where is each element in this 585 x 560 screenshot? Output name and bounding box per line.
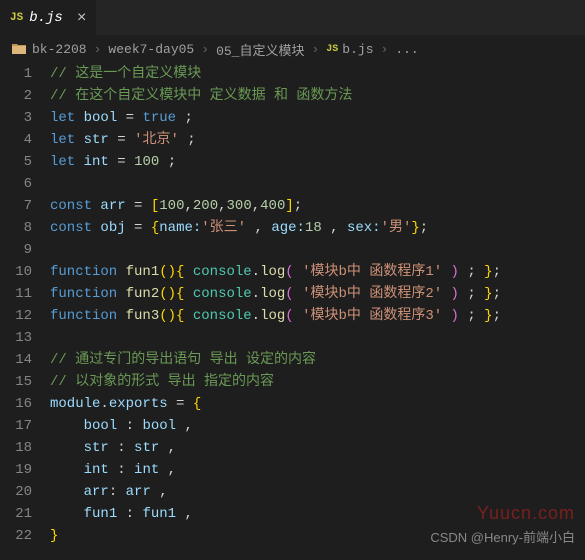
code-line[interactable]: const arr = [100,200,300,400]; bbox=[50, 195, 585, 217]
line-number: 16 bbox=[0, 393, 32, 415]
line-number: 21 bbox=[0, 503, 32, 525]
code-line[interactable]: // 在这个自定义模块中 定义数据 和 函数方法 bbox=[50, 85, 585, 107]
code-content[interactable]: // 这是一个自定义模块// 在这个自定义模块中 定义数据 和 函数方法let … bbox=[50, 63, 585, 547]
code-line[interactable]: bool : bool , bbox=[50, 415, 585, 437]
watermark: CSDN @Henry-前端小白 bbox=[430, 527, 575, 546]
code-line[interactable] bbox=[50, 173, 585, 195]
tab-label: b.js bbox=[29, 10, 63, 26]
watermark: Yuucn.com bbox=[477, 503, 575, 524]
code-line[interactable]: str : str , bbox=[50, 437, 585, 459]
code-line[interactable] bbox=[50, 239, 585, 261]
line-number: 10 bbox=[0, 261, 32, 283]
line-number: 13 bbox=[0, 327, 32, 349]
line-number: 12 bbox=[0, 305, 32, 327]
chevron-right-icon: › bbox=[311, 42, 319, 57]
breadcrumb-item[interactable]: week7-day05 bbox=[108, 42, 194, 57]
line-number: 11 bbox=[0, 283, 32, 305]
breadcrumb-file[interactable]: b.js bbox=[342, 42, 373, 57]
line-number-gutter: 12345678910111213141516171819202122 bbox=[0, 63, 50, 547]
code-editor[interactable]: 12345678910111213141516171819202122 // 这… bbox=[0, 63, 585, 547]
line-number: 14 bbox=[0, 349, 32, 371]
code-line[interactable]: // 这是一个自定义模块 bbox=[50, 63, 585, 85]
line-number: 20 bbox=[0, 481, 32, 503]
line-number: 9 bbox=[0, 239, 32, 261]
line-number: 2 bbox=[0, 85, 32, 107]
tab-bar: JS b.js × bbox=[0, 0, 585, 35]
code-line[interactable]: let str = '北京' ; bbox=[50, 129, 585, 151]
js-file-icon: JS bbox=[10, 12, 23, 24]
file-tab[interactable]: JS b.js × bbox=[0, 0, 97, 35]
breadcrumb-item[interactable]: 05_自定义模块 bbox=[216, 40, 304, 59]
chevron-right-icon: › bbox=[201, 42, 209, 57]
breadcrumb-item[interactable]: bk-2208 bbox=[32, 42, 87, 57]
line-number: 15 bbox=[0, 371, 32, 393]
js-file-icon: JS bbox=[326, 44, 338, 55]
line-number: 19 bbox=[0, 459, 32, 481]
chevron-right-icon: › bbox=[381, 42, 389, 57]
line-number: 17 bbox=[0, 415, 32, 437]
line-number: 8 bbox=[0, 217, 32, 239]
breadcrumb-ellipsis[interactable]: ... bbox=[395, 42, 418, 57]
line-number: 7 bbox=[0, 195, 32, 217]
chevron-right-icon: › bbox=[94, 42, 102, 57]
code-line[interactable]: function fun1(){ console.log( '模块b中 函数程序… bbox=[50, 261, 585, 283]
folder-icon bbox=[12, 43, 26, 55]
code-line[interactable]: int : int , bbox=[50, 459, 585, 481]
line-number: 6 bbox=[0, 173, 32, 195]
code-line[interactable]: // 以对象的形式 导出 指定的内容 bbox=[50, 371, 585, 393]
code-line[interactable]: function fun3(){ console.log( '模块b中 函数程序… bbox=[50, 305, 585, 327]
line-number: 18 bbox=[0, 437, 32, 459]
line-number: 22 bbox=[0, 525, 32, 547]
line-number: 3 bbox=[0, 107, 32, 129]
code-line[interactable]: arr: arr , bbox=[50, 481, 585, 503]
code-line[interactable]: let int = 100 ; bbox=[50, 151, 585, 173]
code-line[interactable]: module.exports = { bbox=[50, 393, 585, 415]
code-line[interactable]: function fun2(){ console.log( '模块b中 函数程序… bbox=[50, 283, 585, 305]
close-icon[interactable]: × bbox=[77, 9, 87, 27]
code-line[interactable] bbox=[50, 327, 585, 349]
line-number: 1 bbox=[0, 63, 32, 85]
code-line[interactable]: const obj = {name:'张三' , age:18 , sex:'男… bbox=[50, 217, 585, 239]
code-line[interactable]: // 通过专门的导出语句 导出 设定的内容 bbox=[50, 349, 585, 371]
line-number: 4 bbox=[0, 129, 32, 151]
line-number: 5 bbox=[0, 151, 32, 173]
code-line[interactable]: let bool = true ; bbox=[50, 107, 585, 129]
breadcrumb[interactable]: bk-2208 › week7-day05 › 05_自定义模块 › JS b.… bbox=[0, 35, 585, 63]
